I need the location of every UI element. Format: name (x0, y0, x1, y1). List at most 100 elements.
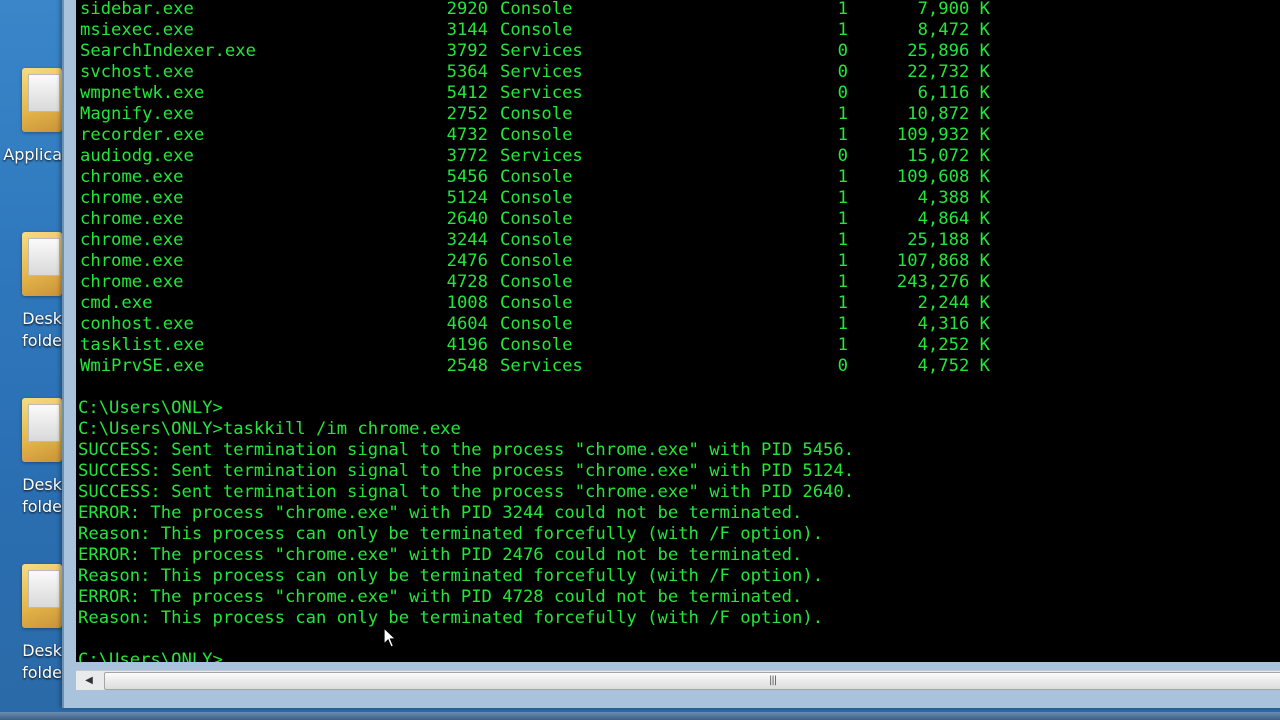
tasklist-num: 1 (837, 272, 848, 292)
tasklist-pid: 5364 (446, 62, 488, 82)
console-output-line: SUCCESS: Sent termination signal to the … (78, 440, 855, 460)
tasklist-session: Console (500, 335, 573, 355)
tasklist-mem: 8,472 K (917, 20, 990, 40)
tasklist-name: conhost.exe (80, 314, 194, 334)
tasklist-name: recorder.exe (80, 125, 205, 145)
console-output-line: Reason: This process can only be termina… (78, 524, 824, 544)
tasklist-row: svchost.exe 5364 Services 0 22,732 K (78, 62, 1278, 83)
tasklist-row: Magnify.exe 2752 Console 1 10,872 K (78, 104, 1278, 125)
tasklist-name: WmiPrvSE.exe (80, 356, 205, 376)
tasklist-name: chrome.exe (80, 230, 184, 250)
command-prompt-line: C:\Users\ONLY>taskkill /im chrome.exe (78, 419, 461, 439)
tasklist-session: Console (500, 251, 573, 271)
console-output-line: SUCCESS: Sent termination signal to the … (78, 482, 855, 502)
tasklist-mem: 107,868 K (896, 251, 990, 271)
desktop-icon-label: Desk folde (22, 309, 62, 350)
tasklist-num: 1 (837, 314, 848, 334)
tasklist-pid: 4732 (446, 125, 488, 145)
tasklist-pid: 5412 (446, 83, 488, 103)
tasklist-num: 1 (837, 0, 848, 19)
tasklist-session: Console (500, 230, 573, 250)
scrollbar-grip: ||| (769, 675, 777, 686)
tasklist-pid: 3244 (446, 230, 488, 250)
tasklist-pid: 4196 (446, 335, 488, 355)
tasklist-session: Console (500, 0, 573, 19)
tasklist-row: tasklist.exe 4196 Console 1 4,252 K (78, 335, 1278, 356)
tasklist-row: chrome.exe 5124 Console 1 4,388 K (78, 188, 1278, 209)
command-prompt-window[interactable]: sidebar.exe 2920 Console 1 7,900 Kmsiexec.ex… (62, 0, 1280, 708)
tasklist-mem: 2,244 K (917, 293, 990, 313)
tasklist-row: recorder.exe 4732 Console 1 109,932 K (78, 125, 1278, 146)
console-output-line: ERROR: The process "chrome.exe" with PID… (78, 587, 803, 607)
tasklist-name: chrome.exe (80, 209, 184, 229)
tasklist-name: sidebar.exe (80, 0, 194, 19)
tasklist-session: Console (500, 104, 573, 124)
folder-icon (22, 398, 62, 462)
horizontal-scrollbar[interactable]: ◀ ||| (76, 670, 1280, 690)
tasklist-pid: 5456 (446, 167, 488, 187)
desktop-icon-folder-1[interactable]: Desk folde (0, 228, 62, 358)
tasklist-num: 1 (837, 251, 848, 271)
tasklist-row: cmd.exe 1008 Console 1 2,244 K (78, 293, 1278, 314)
tasklist-mem: 109,608 K (896, 167, 990, 187)
tasklist-mem: 25,896 K (907, 41, 990, 61)
applications-folder-icon (22, 68, 62, 132)
tasklist-session: Console (500, 209, 573, 229)
desktop-icon-label: Applica (3, 145, 62, 164)
tasklist-session: Console (500, 188, 573, 208)
desktop-icon-folder-2[interactable]: Desk folde (0, 394, 62, 524)
tasklist-session: Console (500, 167, 573, 187)
tasklist-pid: 2476 (446, 251, 488, 271)
tasklist-mem: 15,072 K (907, 146, 990, 166)
desktop-icon-applications[interactable]: Applica (0, 62, 62, 182)
tasklist-pid: 3792 (446, 41, 488, 61)
tasklist-session: Services (500, 83, 583, 103)
tasklist-row: chrome.exe 3244 Console 1 25,188 K (78, 230, 1278, 251)
tasklist-num: 0 (837, 356, 848, 376)
tasklist-num: 1 (837, 167, 848, 187)
tasklist-num: 1 (837, 104, 848, 124)
console-output-line: ERROR: The process "chrome.exe" with PID… (78, 503, 803, 523)
tasklist-mem: 25,188 K (907, 230, 990, 250)
tasklist-mem: 109,932 K (896, 125, 990, 145)
tasklist-pid: 1008 (446, 293, 488, 313)
tasklist-row: msiexec.exe 3144 Console 1 8,472 K (78, 20, 1278, 41)
tasklist-row: chrome.exe 2640 Console 1 4,864 K (78, 209, 1278, 230)
tasklist-name: audiodg.exe (80, 146, 194, 166)
tasklist-num: 0 (837, 41, 848, 61)
desktop-icon-label: Desk folde (22, 475, 62, 516)
tasklist-mem: 22,732 K (907, 62, 990, 82)
command-prompt-line: C:\Users\ONLY> (78, 398, 223, 418)
tasklist-mem: 6,116 K (917, 83, 990, 103)
tasklist-mem: 4,752 K (917, 356, 990, 376)
folder-icon (22, 232, 62, 296)
tasklist-num: 1 (837, 125, 848, 145)
tasklist-mem: 4,252 K (917, 335, 990, 355)
tasklist-name: wmpnetwk.exe (80, 83, 205, 103)
tasklist-row: audiodg.exe 3772 Services 0 15,072 K (78, 146, 1278, 167)
folder-icon (22, 564, 62, 628)
tasklist-session: Services (500, 62, 583, 82)
scrollbar-thumb[interactable]: ||| (104, 672, 1280, 690)
tasklist-mem: 243,276 K (896, 272, 990, 292)
tasklist-mem: 4,388 K (917, 188, 990, 208)
tasklist-num: 1 (837, 230, 848, 250)
desktop-icon-folder-3[interactable]: Desk folde (0, 560, 62, 690)
tasklist-num: 1 (837, 335, 848, 355)
command-prompt-line: C:\Users\ONLY> (78, 650, 223, 662)
tasklist-pid: 2752 (446, 104, 488, 124)
tasklist-session: Services (500, 41, 583, 61)
tasklist-num: 1 (837, 209, 848, 229)
console-output-line: Reason: This process can only be termina… (78, 566, 824, 586)
tasklist-row: SearchIndexer.exe 3792 Services 0 25,896 K (78, 41, 1278, 62)
tasklist-row: sidebar.exe 2920 Console 1 7,900 K (78, 0, 1278, 20)
tasklist-name: chrome.exe (80, 272, 184, 292)
taskbar[interactable] (0, 712, 1280, 720)
tasklist-pid: 3144 (446, 20, 488, 40)
tasklist-mem: 4,316 K (917, 314, 990, 334)
tasklist-session: Console (500, 293, 573, 313)
tasklist-row: conhost.exe 4604 Console 1 4,316 K (78, 314, 1278, 335)
console-output-line: Reason: This process can only be termina… (78, 608, 824, 628)
console-output[interactable]: sidebar.exe 2920 Console 1 7,900 Kmsiexec.ex… (76, 0, 1280, 662)
scroll-left-arrow-icon[interactable]: ◀ (82, 673, 96, 688)
